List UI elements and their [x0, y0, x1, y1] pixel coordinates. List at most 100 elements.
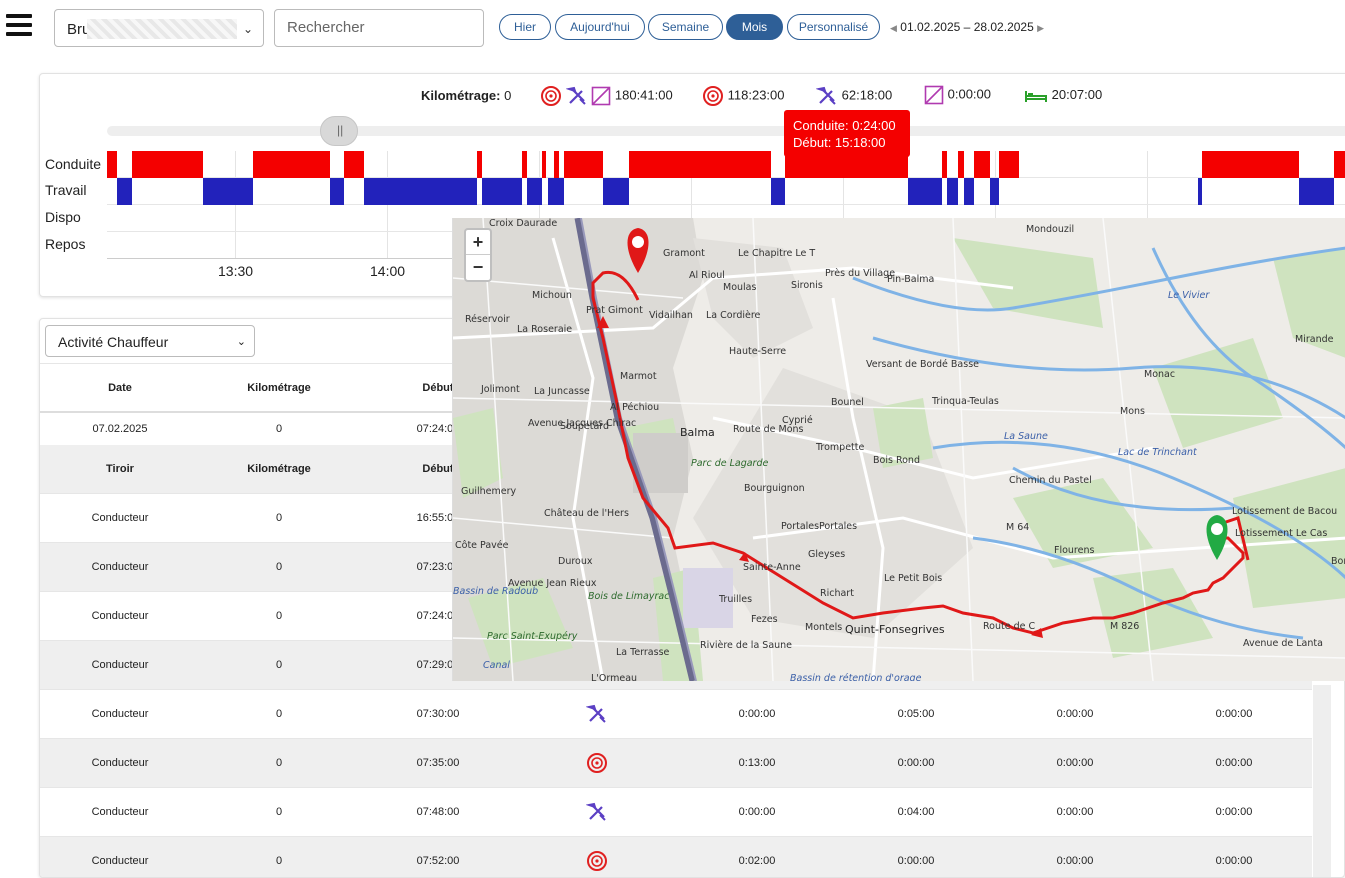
map-place-label: Gramont — [663, 248, 705, 259]
map-place-label: Le Vivier — [1168, 290, 1210, 301]
cell-drawer: Conducteur — [91, 561, 149, 573]
period-button-week[interactable]: Semaine — [648, 14, 723, 40]
row-label-rest: Repos — [45, 236, 86, 252]
work-segment[interactable] — [947, 178, 958, 205]
table-row[interactable]: Conducteur 0 07:30:00 0:00:00 0:05:00 0:00:00… — [40, 689, 1312, 738]
map-place-label: Bois Rond — [873, 455, 920, 466]
cell-mileage: 0 — [275, 512, 283, 524]
cell-availability: 0:00:00 — [1056, 708, 1094, 720]
driving-segment[interactable] — [107, 151, 117, 178]
map-place-label: Sironis — [791, 280, 823, 291]
map-place-label: Le Petit Bois — [884, 573, 943, 584]
driving-segment[interactable] — [564, 151, 603, 178]
cell-driving: 0:00:00 — [738, 708, 776, 720]
time-tick-label: 13:30 — [218, 263, 254, 279]
driving-segment[interactable] — [999, 151, 1019, 178]
period-button-month[interactable]: Mois — [726, 14, 783, 40]
search-input[interactable]: Rechercher — [274, 9, 484, 47]
driving-segment[interactable] — [554, 151, 559, 178]
map-zoom-control: + − — [464, 228, 492, 282]
timeline-slider-handle[interactable] — [320, 116, 358, 146]
cell-drawer: Conducteur — [91, 610, 149, 622]
mileage-value: 0 — [504, 88, 512, 103]
availability-time-summary: 0:00:00 — [924, 85, 991, 105]
map-place-label: La Terrasse — [616, 647, 670, 658]
map-place-label: Lotissement Le Cas — [1235, 528, 1328, 539]
map-place-label: Monac — [1144, 369, 1176, 380]
map-place-label: Réservoir — [465, 314, 510, 325]
cell-mileage: 0 — [275, 659, 283, 671]
header-mileage: Kilométrage — [247, 463, 311, 475]
map-place-label: Prat Gimont — [586, 305, 643, 316]
work-segment[interactable] — [964, 178, 974, 205]
table-scrollbar[interactable] — [1313, 685, 1331, 877]
map-place-label: Flourens — [1054, 545, 1095, 556]
period-button-today[interactable]: Aujourd'hui — [555, 14, 645, 40]
map-place-label: Jolimont — [481, 384, 520, 395]
driving-segment[interactable] — [253, 151, 330, 178]
timeline-slider-track[interactable] — [107, 126, 1345, 136]
table-row[interactable]: Conducteur 0 07:35:00 0:13:00 0:00:00 0:00:00… — [40, 738, 1312, 787]
date-range: ◀ 01.02.2025 – 28.02.2025 ▶ — [890, 20, 1044, 34]
work-icon — [517, 788, 677, 836]
map-place-label: Portales — [781, 521, 820, 532]
cell-drawer: Conducteur — [91, 708, 149, 720]
period-button-custom[interactable]: Personnalisé — [787, 14, 880, 40]
driving-segment[interactable] — [942, 151, 947, 178]
map-place-label: Lac de Trinchant — [1118, 447, 1197, 458]
map-place-label: Vidailhan — [649, 310, 693, 321]
driving-segment[interactable] — [1334, 151, 1345, 178]
map-place-label: La Saune — [1004, 431, 1048, 442]
route-map[interactable]: + − Croix Daurade Gramont Le Chapitre Le T… — [452, 218, 1345, 681]
cell-rest: 0:00:00 — [1215, 806, 1253, 818]
driving-segment[interactable] — [1202, 151, 1299, 178]
map-place-label: L'Ormeau — [591, 673, 638, 681]
table-row[interactable]: Conducteur 0 07:52:00 0:02:00 0:00:00 0:00:00… — [40, 836, 1312, 877]
work-segment[interactable] — [990, 178, 999, 205]
driving-segment[interactable] — [974, 151, 990, 178]
map-place-label: Parc de Lagarde — [691, 458, 769, 469]
map-place-label: Balma — [680, 426, 715, 439]
driving-segment[interactable] — [542, 151, 546, 178]
work-segment[interactable] — [364, 178, 477, 205]
activity-type-select[interactable]: Activité Chauffeur ⌄ — [45, 325, 255, 357]
work-segment[interactable] — [771, 178, 785, 205]
work-segment[interactable] — [548, 178, 564, 205]
work-segment[interactable] — [117, 178, 132, 205]
next-period-icon[interactable]: ▶ — [1037, 23, 1044, 33]
driving-segment[interactable] — [522, 151, 527, 178]
period-button-yesterday[interactable]: Hier — [499, 14, 551, 40]
vehicle-select[interactable]: Bru ⌄ — [54, 9, 264, 47]
driving-segment[interactable] — [629, 151, 771, 178]
work-segment[interactable] — [482, 178, 522, 205]
work-segment[interactable] — [603, 178, 629, 205]
map-place-label: Chemin du Pastel — [1009, 475, 1092, 486]
zoom-in-button[interactable]: + — [466, 230, 490, 255]
driving-segment[interactable] — [477, 151, 482, 178]
cell-drawer: Conducteur — [91, 757, 149, 769]
cell-rest: 0:00:00 — [1215, 757, 1253, 769]
work-segment[interactable] — [330, 178, 344, 205]
cell-driving: 0:00:00 — [738, 806, 776, 818]
work-segment[interactable] — [908, 178, 942, 205]
map-place-label: Portales — [819, 521, 858, 532]
total-time-value: 180:41:00 — [614, 87, 673, 103]
zoom-out-button[interactable]: − — [466, 255, 490, 280]
map-place-label: M 826 — [1110, 621, 1140, 632]
work-segment[interactable] — [527, 178, 542, 205]
work-segment[interactable] — [1198, 178, 1202, 205]
work-segment[interactable] — [203, 178, 253, 205]
driving-segment[interactable] — [344, 151, 364, 178]
map-place-label: Le Chapitre Le T — [738, 248, 816, 259]
work-segment[interactable] — [1299, 178, 1334, 205]
table-row[interactable]: Conducteur 0 07:48:00 0:00:00 0:04:00 0:00:00… — [40, 787, 1312, 836]
menu-icon[interactable] — [6, 14, 32, 40]
driving-segment[interactable] — [958, 151, 964, 178]
map-place-label: Gleyses — [808, 549, 846, 560]
map-place-label: Croix Daurade — [489, 218, 558, 229]
previous-period-icon[interactable]: ◀ — [890, 23, 897, 33]
day-row-mileage: 0 — [275, 423, 283, 435]
map-place-label: Avenue Jacques Chirac — [528, 418, 637, 429]
driving-segment[interactable] — [132, 151, 203, 178]
cell-start: 07:52:00 — [416, 855, 460, 867]
